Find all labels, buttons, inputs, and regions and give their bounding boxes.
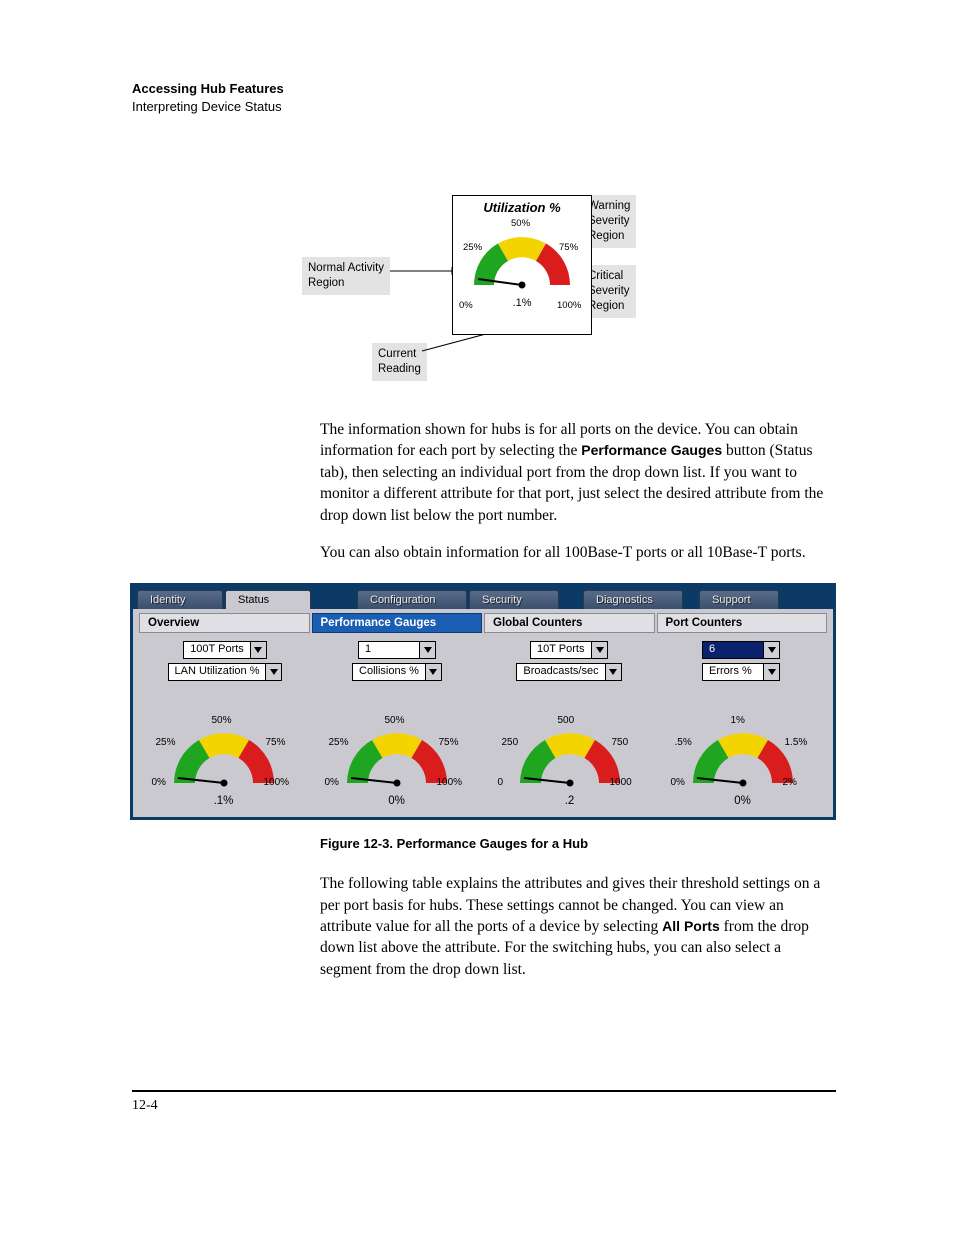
callout-normal: Normal Activity Region (302, 257, 390, 295)
subtab-port-counters[interactable]: Port Counters (657, 613, 828, 633)
tab-support[interactable]: Support (699, 590, 779, 609)
control-column: 10T Ports Broadcasts/sec (483, 641, 655, 681)
page-header: Accessing Hub Features Interpreting Devi… (132, 80, 836, 115)
gauge-title: Utilization % (453, 200, 591, 215)
dropdown[interactable]: 1 (358, 641, 436, 659)
dropdown[interactable]: 10T Ports (530, 641, 608, 659)
subtab-overview[interactable]: Overview (139, 613, 310, 633)
tab-status[interactable]: Status (225, 590, 311, 609)
subtab-performance-gauges[interactable]: Performance Gauges (312, 613, 483, 633)
gauge-reading: 0% (663, 795, 823, 807)
dropdown[interactable]: LAN Utilization % (168, 663, 283, 681)
dropdown-value: 1 (359, 642, 419, 658)
chevron-down-icon[interactable] (605, 664, 621, 680)
gauge-reading: .1% (144, 795, 304, 807)
chevron-down-icon[interactable] (425, 664, 441, 680)
tick-100: 100% (557, 300, 581, 311)
subtab-global-counters[interactable]: Global Counters (484, 613, 655, 633)
callout-current: Current Reading (372, 343, 427, 381)
paragraph-2: You can also obtain information for all … (320, 542, 836, 563)
dropdown-row: 100T Ports LAN Utilization % 1 Collisions %… (139, 641, 827, 681)
chevron-down-icon[interactable] (265, 664, 281, 680)
dropdown[interactable]: Errors % (702, 663, 780, 681)
footer-rule (132, 1090, 836, 1092)
gauge-reading: 0% (317, 795, 477, 807)
figure-caption: Figure 12-3. Performance Gauges for a Hu… (320, 836, 836, 851)
control-column: 100T Ports LAN Utilization % (139, 641, 311, 681)
tick-25: 25% (463, 242, 482, 253)
dropdown[interactable]: Broadcasts/sec (516, 663, 621, 681)
header-subtitle: Interpreting Device Status (132, 98, 836, 116)
dropdown[interactable]: Collisions % (352, 663, 442, 681)
gauges-row: 0%25%50%75%100%.1%0%25%50%75%100%0%02505… (133, 691, 833, 817)
chevron-down-icon[interactable] (419, 642, 435, 658)
dropdown-value: 10T Ports (531, 642, 591, 658)
tab-security[interactable]: Security (469, 590, 559, 609)
annotated-gauge-figure: Normal Activity Region Warning Severity … (302, 195, 782, 395)
mini-gauge: 0%.5%1%1.5%2%0% (663, 715, 823, 807)
primary-tabs: Identity Status Configuration Security D… (133, 586, 833, 609)
paragraph-1: The information shown for hubs is for al… (320, 419, 836, 526)
dropdown-value: Errors % (703, 664, 763, 680)
page-number: 12-4 (132, 1098, 836, 1114)
tick-75: 75% (559, 242, 578, 253)
dropdown[interactable]: 100T Ports (183, 641, 267, 659)
dropdown-value: 100T Ports (184, 642, 250, 658)
mini-gauge: 0%25%50%75%100%.1% (144, 715, 304, 807)
mini-gauge: 02505007501000.2 (490, 715, 650, 807)
paragraph-3: The following table explains the attribu… (320, 873, 836, 980)
tick-0: 0% (459, 300, 473, 311)
control-column: 6 Errors % (655, 641, 827, 681)
dropdown-value: 6 (703, 642, 763, 658)
chevron-down-icon[interactable] (763, 642, 779, 658)
chevron-down-icon[interactable] (250, 642, 266, 658)
chevron-down-icon[interactable] (763, 664, 779, 680)
dropdown-value: Collisions % (353, 664, 425, 680)
dropdown-value: LAN Utilization % (169, 664, 266, 680)
chevron-down-icon[interactable] (591, 642, 607, 658)
control-column: 1 Collisions % (311, 641, 483, 681)
tick-50: 50% (511, 218, 530, 229)
header-title: Accessing Hub Features (132, 80, 836, 98)
dropdown-value: Broadcasts/sec (517, 664, 604, 680)
performance-gauges-screenshot: Identity Status Configuration Security D… (130, 583, 836, 820)
tab-configuration[interactable]: Configuration (357, 590, 467, 609)
dropdown[interactable]: 6 (702, 641, 780, 659)
secondary-tabs: Overview Performance Gauges Global Count… (139, 613, 827, 633)
tab-identity[interactable]: Identity (137, 590, 223, 609)
mini-gauge: 0%25%50%75%100%0% (317, 715, 477, 807)
tab-diagnostics[interactable]: Diagnostics (583, 590, 683, 609)
gauge-reading: .2 (490, 795, 650, 807)
gauge-frame: Utilization % 0% 25% 50% 75% 100% .1% (452, 195, 592, 335)
